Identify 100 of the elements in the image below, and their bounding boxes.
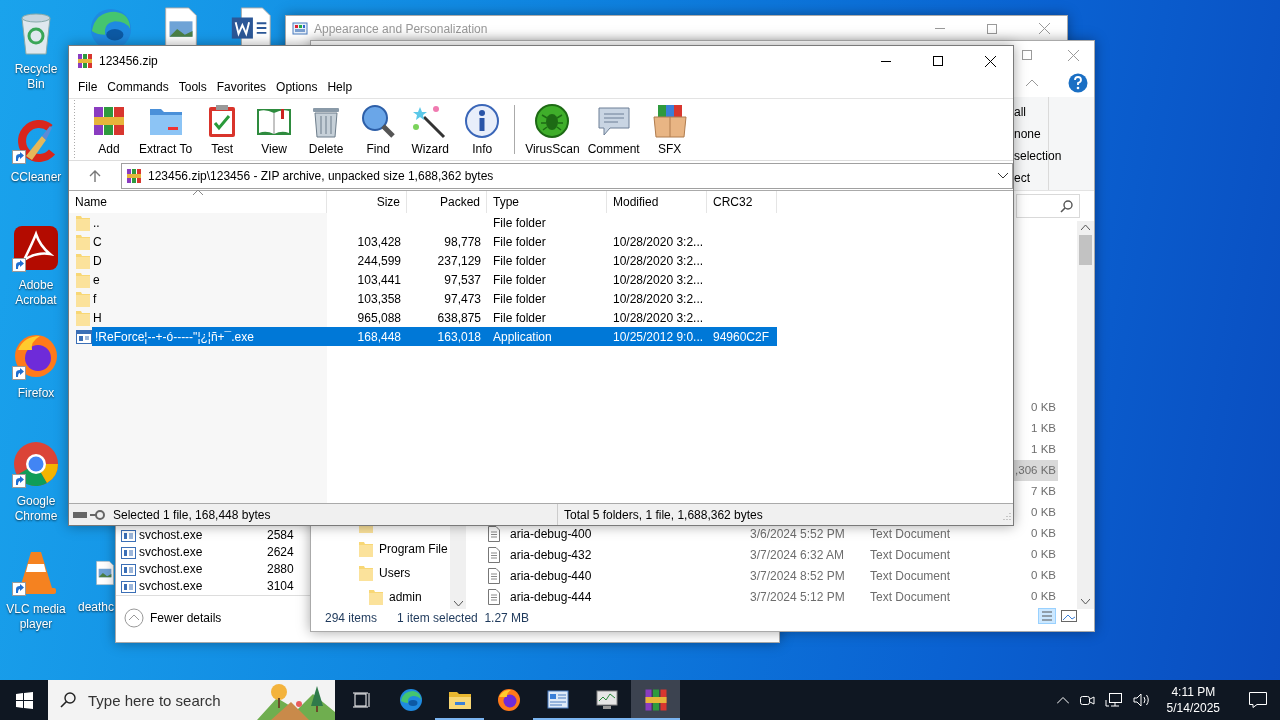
file-name[interactable]: aria-debug-432: [510, 547, 750, 562]
chrome-icon: [12, 440, 60, 488]
file-modified: 10/28/2020 3:2...: [612, 252, 705, 270]
details-view-icon: [1038, 608, 1056, 624]
ribbon-command[interactable]: all: [1014, 101, 1094, 123]
file-row[interactable]: f 103,358 97,473 File folder 10/28/2020 3:2...: [69, 289, 1013, 308]
file-row[interactable]: !ReForce¦--+-ó-----"¦¿¦ñ+¯.exe 168,448 163,018 Application 10/25/2012 9:0... 94960C2F: [69, 327, 1013, 346]
file-row[interactable]: C 103,428 98,778 File folder 10/28/2020 3:2...: [69, 232, 1013, 251]
file-size: 103,428: [356, 233, 402, 251]
maximize-icon: [987, 23, 997, 34]
file-packed: 638,875: [436, 309, 482, 327]
folder-tree-item[interactable]: Users: [379, 566, 411, 580]
file-name: H: [92, 309, 103, 327]
clock-date[interactable]: 5/14/2025: [1166, 700, 1220, 716]
toolbar-button[interactable]: Info: [456, 99, 509, 160]
column-header[interactable]: CRC32: [707, 191, 777, 213]
toolbar-button[interactable]: Comment: [583, 99, 644, 160]
toolbar-button[interactable]: Extract To: [135, 99, 197, 160]
file-name[interactable]: aria-debug-400: [510, 526, 750, 541]
up-arrow-icon: [89, 169, 101, 182]
file-size: 0 KB: [1030, 505, 1057, 520]
fewer-details-button[interactable]: Fewer details: [124, 608, 222, 628]
box-icon: [651, 103, 688, 139]
toolbar-button[interactable]: Find: [352, 99, 405, 160]
ribbon-command[interactable]: ect: [1014, 167, 1094, 189]
file-packed: 98,778: [443, 233, 482, 251]
folder-tree-item[interactable]: admin: [389, 590, 422, 604]
file-type: File folder: [492, 252, 547, 270]
window-title: 123456.zip: [99, 54, 159, 68]
file-row[interactable]: D 244,599 237,129 File folder 10/28/2020 3:2...: [69, 251, 1013, 270]
monitor-chart-icon: [594, 688, 619, 712]
file-crc: 94960C2F: [707, 327, 777, 346]
process-id: 3104: [267, 579, 293, 594]
control-panel-icon: [292, 20, 308, 37]
file-name[interactable]: aria-debug-440: [510, 568, 750, 583]
scroll-down-icon: [1081, 599, 1090, 605]
menu-item[interactable]: Help: [322, 80, 358, 94]
menu-item[interactable]: File: [73, 80, 103, 94]
file-size: 0 KB: [1030, 400, 1057, 415]
text-document-icon: [488, 588, 500, 605]
toolbar-button[interactable]: SFX: [643, 99, 696, 160]
file-row[interactable]: .. File folder: [69, 213, 1013, 232]
control-panel-icon: [545, 688, 570, 712]
ribbon-command[interactable]: none: [1014, 123, 1094, 145]
menu-item[interactable]: Favorites: [211, 80, 272, 94]
file-type: Application: [487, 327, 607, 346]
collapse-icon: [124, 608, 144, 628]
file-row[interactable]: H 965,088 638,875 File folder 10/28/2020 3:2...: [69, 308, 1013, 327]
file-size: 965,088: [356, 309, 402, 327]
folder-tree-item[interactable]: Program File: [379, 542, 448, 556]
file-type: Text Document: [870, 547, 952, 562]
file-name: f: [92, 290, 98, 308]
file-modified: 10/28/2020 3:2...: [612, 309, 705, 327]
file-name[interactable]: aria-debug-444: [510, 589, 750, 604]
toolbar-button[interactable]: View: [248, 99, 301, 160]
collapse-caret-icon: [1026, 79, 1038, 87]
process-name: svchost.exe: [139, 579, 204, 594]
column-header[interactable]: Packed: [407, 191, 487, 213]
column-header[interactable]: Name: [69, 191, 327, 213]
scrollbar-thumb[interactable]: [1079, 235, 1092, 265]
file-row[interactable]: e 103,441 97,537 File folder 10/28/2020 3:2...: [69, 270, 1013, 289]
column-header[interactable]: Type: [487, 191, 607, 213]
search-field[interactable]: [1016, 194, 1080, 218]
file-name: ..: [92, 214, 101, 232]
folder-icon: [359, 541, 373, 557]
file-size: 103,441: [356, 271, 402, 289]
file-size: 7 KB: [1030, 484, 1057, 499]
toolbar-button[interactable]: VirusScan: [521, 99, 584, 160]
minimize-icon: [881, 60, 891, 62]
toolbar-button[interactable]: Wizard: [404, 99, 457, 160]
file-name: e: [92, 271, 101, 289]
window-title: Appearance and Personalization: [314, 21, 489, 36]
menu-item[interactable]: Options: [271, 80, 323, 94]
toolbar-button[interactable]: Test: [196, 99, 249, 160]
file-modified: 3/7/2024 6:32 AM: [750, 547, 846, 562]
process-name: svchost.exe: [139, 528, 204, 543]
file-size: 103,358: [356, 290, 402, 308]
address-field[interactable]: 123456.zip\123456 - ZIP archive, unpacked size 1,688,362 bytes: [121, 162, 1013, 189]
file-type: File folder: [492, 309, 547, 327]
file-type: File folder: [492, 233, 547, 251]
folder-icon: [76, 290, 90, 307]
folder-icon: [76, 233, 90, 250]
file-type: File folder: [492, 290, 547, 308]
toolbar-button[interactable]: Add: [83, 99, 135, 160]
menu-item[interactable]: Tools: [173, 80, 212, 94]
text-document-icon: [488, 546, 500, 563]
close-icon: [1038, 23, 1050, 34]
column-header[interactable]: Size: [327, 191, 407, 213]
column-header[interactable]: Modified: [607, 191, 707, 213]
process-name: svchost.exe: [139, 562, 204, 577]
menu-item[interactable]: Commands: [102, 80, 174, 94]
application-icon: [76, 329, 92, 344]
file-packed: 97,473: [443, 290, 482, 308]
notification-icon: [1249, 692, 1267, 708]
clock-time[interactable]: 4:11 PM: [1171, 684, 1216, 700]
toolbar-button[interactable]: Delete: [300, 99, 353, 160]
folder-icon: [76, 309, 90, 326]
taskbar-search-field[interactable]: Type here to search: [48, 680, 335, 720]
file-modified: 3/7/2024 8:52 PM: [750, 568, 846, 583]
ribbon-command[interactable]: selection: [1014, 145, 1094, 167]
